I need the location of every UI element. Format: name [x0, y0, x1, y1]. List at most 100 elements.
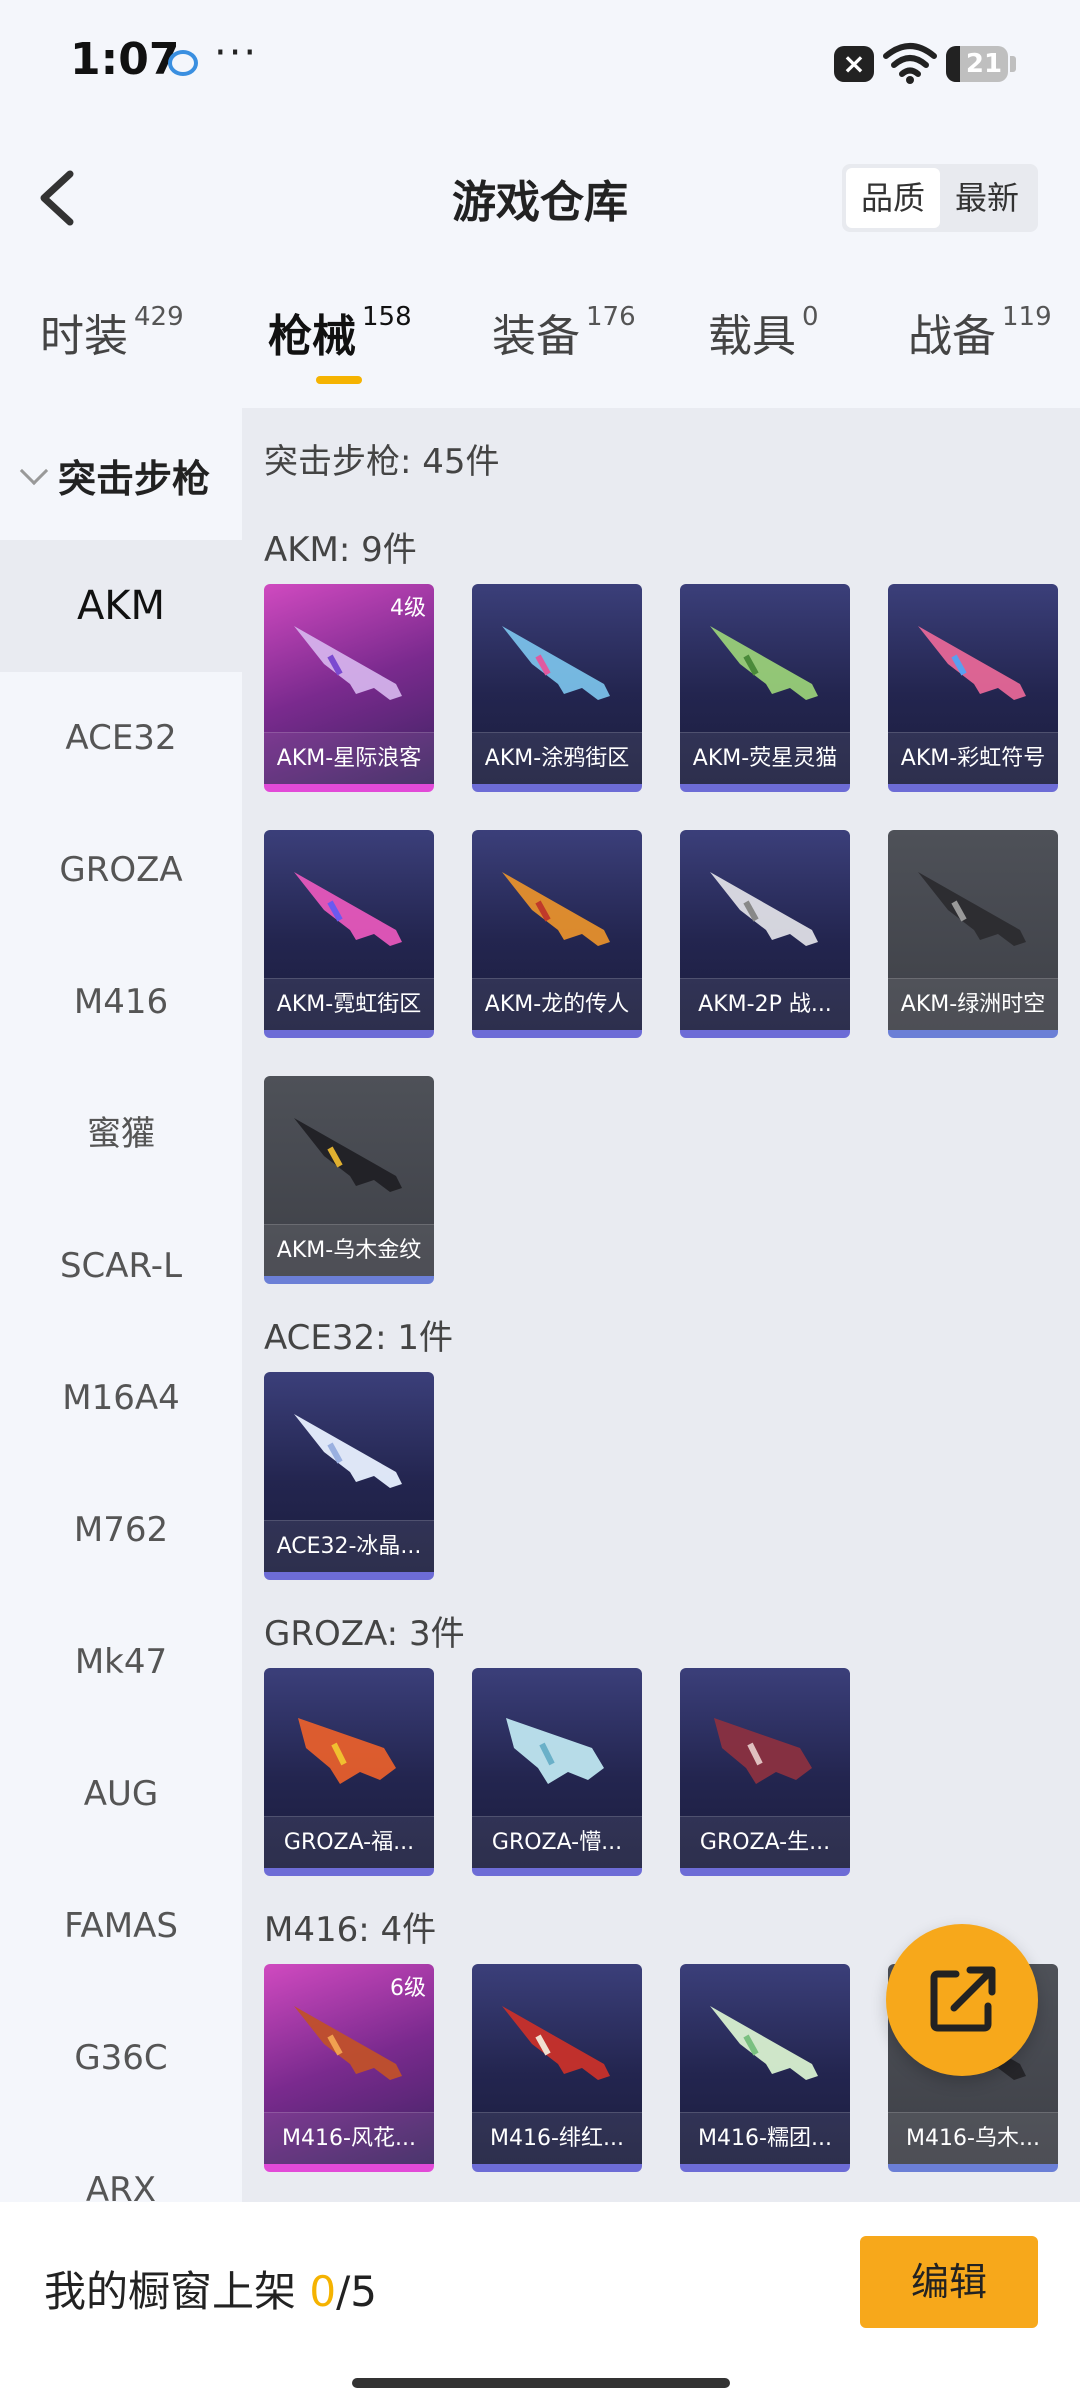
status-bar: 1:07 ··· × 21 [0, 0, 1080, 130]
weapon-card[interactable]: GROZA-福... [264, 1668, 434, 1876]
battery-level: 21 [965, 49, 1003, 79]
chevron-down-icon [19, 456, 49, 485]
sidebar-item-ace32[interactable]: ACE32 [0, 672, 242, 804]
weapon-name: GROZA-懵... [472, 1816, 642, 1868]
showcase-total: /5 [336, 2267, 377, 2316]
weapon-card[interactable]: M416-糯团... [680, 1964, 850, 2172]
weapon-card[interactable]: AKM-2P 战... [680, 830, 850, 1038]
sidebar-item-m16a4[interactable]: M16A4 [0, 1332, 242, 1464]
weapon-name: AKM-乌木金纹 [264, 1224, 434, 1276]
group-title-groza: GROZA: 3件 [264, 1614, 465, 1654]
message-icon [168, 50, 198, 76]
weapon-name: M416-绯红... [472, 2112, 642, 2164]
weapon-name: M416-风花... [264, 2112, 434, 2164]
weapon-card[interactable]: AKM-乌木金纹 [264, 1076, 434, 1284]
weapon-card[interactable]: AKM-涂鸦街区 [472, 584, 642, 792]
weapon-card[interactable]: 4级 AKM-星际浪客 [264, 584, 434, 792]
share-button[interactable] [886, 1924, 1038, 2076]
tab-count: 429 [134, 302, 184, 332]
edit-button[interactable]: 编辑 [860, 2236, 1038, 2328]
weapon-name: ACE32-冰晶... [264, 1520, 434, 1572]
rifle-icon [714, 1718, 812, 1784]
tab-label: 时装 [40, 311, 128, 362]
weapon-name: AKM-彩虹符号 [888, 732, 1058, 784]
tab-guns[interactable]: 枪械 158 [268, 300, 412, 364]
more-notifications-icon: ··· [214, 30, 259, 76]
weapon-card[interactable]: M416-绯红... [472, 1964, 642, 2172]
weapon-name: AKM-荧星灵猫 [680, 732, 850, 784]
tab-count: 119 [1002, 302, 1052, 332]
tab-count: 158 [362, 302, 412, 332]
weapon-name: AKM-星际浪客 [264, 732, 434, 784]
sidebar-item-akm[interactable]: AKM [0, 540, 242, 672]
sidebar-item-scar-l[interactable]: SCAR-L [0, 1200, 242, 1332]
rifle-icon [710, 626, 818, 700]
tab-vehicles[interactable]: 载具 0 [708, 300, 819, 364]
rifle-icon [918, 872, 1026, 946]
sort-latest-button[interactable]: 最新 [940, 168, 1034, 228]
rifle-icon [294, 1118, 402, 1192]
rifle-icon [502, 626, 610, 700]
weapon-card[interactable]: ACE32-冰晶... [264, 1372, 434, 1580]
sidebar-item-m416[interactable]: M416 [0, 936, 242, 1068]
weapon-card[interactable]: AKM-绿洲时空 [888, 830, 1058, 1038]
weapon-card[interactable]: AKM-荧星灵猫 [680, 584, 850, 792]
battery-icon: 21 [946, 46, 1008, 82]
showcase-current: 0 [309, 2267, 337, 2316]
sidebar-item-g36c[interactable]: G36C [0, 1992, 242, 2124]
weapon-card[interactable]: AKM-龙的传人 [472, 830, 642, 1038]
tab-equipment[interactable]: 装备 176 [492, 300, 636, 364]
weapon-name: AKM-霓虹街区 [264, 978, 434, 1030]
tab-label: 装备 [492, 311, 580, 362]
tab-label: 枪械 [268, 311, 356, 362]
home-indicator[interactable] [352, 2378, 730, 2388]
rifle-icon [710, 2006, 818, 2080]
weapon-name: M416-乌木... [888, 2112, 1058, 2164]
weapon-name: GROZA-生... [680, 1816, 850, 1868]
sidebar-item-honey-badger[interactable]: 蜜獾 [0, 1068, 242, 1200]
rifle-icon [506, 1718, 604, 1784]
rifle-icon [502, 872, 610, 946]
weapon-card[interactable]: 6级 M416-风花... [264, 1964, 434, 2172]
sidebar-heading: 突击步枪 [58, 457, 211, 501]
rifle-icon [294, 1414, 402, 1488]
sidebar-item-famas[interactable]: FAMAS [0, 1860, 242, 1992]
share-external-icon [930, 1966, 996, 2032]
weapon-name: GROZA-福... [264, 1816, 434, 1868]
tab-count: 0 [802, 302, 819, 332]
active-tab-indicator [316, 376, 362, 384]
sidebar-category-header[interactable]: 突击步枪 [19, 448, 211, 503]
tab-supplies[interactable]: 战备 119 [908, 300, 1052, 364]
sidebar-item-aug[interactable]: AUG [0, 1728, 242, 1860]
category-tabs: 时装 429 枪械 158 装备 176 载具 0 战备 119 [0, 300, 1080, 390]
weapon-card[interactable]: GROZA-懵... [472, 1668, 642, 1876]
weapon-card[interactable]: AKM-彩虹符号 [888, 584, 1058, 792]
rifle-icon [710, 872, 818, 946]
group-title-akm: AKM: 9件 [264, 530, 417, 570]
clock: 1:07 [70, 34, 180, 85]
group-title-ace32: ACE32: 1件 [264, 1318, 454, 1358]
sidebar-item-m762[interactable]: M762 [0, 1464, 242, 1596]
sort-toggle: 品质 最新 [842, 164, 1038, 232]
wifi-icon [883, 43, 937, 84]
weapon-name: AKM-涂鸦街区 [472, 732, 642, 784]
tab-fashion[interactable]: 时装 429 [40, 300, 184, 364]
tab-label: 载具 [708, 311, 796, 362]
showcase-bar: 我的橱窗上架 0/5 编辑 [0, 2202, 1080, 2400]
rifle-icon [294, 872, 402, 946]
tab-label: 战备 [908, 311, 996, 362]
no-sim-icon: × [834, 46, 874, 82]
sidebar-item-groza[interactable]: GROZA [0, 804, 242, 936]
weapon-card[interactable]: GROZA-生... [680, 1668, 850, 1876]
category-total: 突击步枪: 45件 [264, 442, 500, 482]
weapon-name: AKM-龙的传人 [472, 978, 642, 1030]
sidebar-item-mk47[interactable]: Mk47 [0, 1596, 242, 1728]
rifle-icon [294, 2006, 402, 2080]
showcase-label-text: 我的橱窗上架 [44, 2267, 310, 2316]
weapon-name: AKM-绿洲时空 [888, 978, 1058, 1030]
rifle-icon [298, 1718, 396, 1784]
weapon-card[interactable]: AKM-霓虹街区 [264, 830, 434, 1038]
rifle-icon [502, 2006, 610, 2080]
weapon-name: M416-糯团... [680, 2112, 850, 2164]
sort-quality-button[interactable]: 品质 [846, 168, 940, 228]
